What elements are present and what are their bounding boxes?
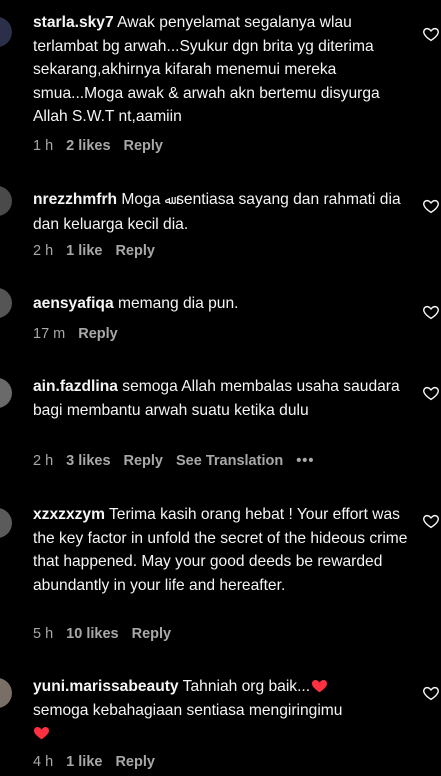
comment-text-block: aensyafiqa memang dia pun. [33, 292, 411, 316]
heart-outline-icon[interactable] [422, 25, 440, 43]
comment-text-block: yuni.marissabeauty Tahniah org baik... s… [33, 675, 411, 746]
username[interactable]: yuni.marissabeauty [33, 678, 179, 695]
reply-button[interactable]: Reply [115, 754, 155, 770]
heart-outline-icon[interactable] [422, 197, 440, 215]
likes-count[interactable]: 1 like [66, 243, 102, 259]
comment-meta: 17 m Reply [33, 326, 131, 342]
avatar[interactable] [0, 508, 12, 538]
reply-button[interactable]: Reply [124, 453, 164, 469]
reply-button[interactable]: Reply [132, 626, 172, 642]
username[interactable]: nrezzhmfrh [33, 191, 117, 208]
avatar[interactable] [0, 288, 12, 318]
likes-count[interactable]: 3 likes [66, 453, 110, 469]
comment-text: semoga kebahagiaan sentiasa mengiringimu [33, 701, 343, 719]
timestamp: 1 h [33, 138, 54, 154]
username[interactable]: ain.fazdlina [33, 378, 118, 395]
comment-text-block: ain.fazdlina semoga Allah membalas usaha… [33, 375, 411, 422]
more-options-icon[interactable]: ••• [296, 453, 314, 469]
username[interactable]: xzxzxzym [33, 506, 105, 523]
reply-button[interactable]: Reply [124, 138, 164, 154]
avatar[interactable] [0, 378, 12, 408]
heart-outline-icon[interactable] [422, 384, 440, 402]
comment-text: Tahniah org baik... [182, 678, 311, 695]
comment-meta: 2 h 1 like Reply [33, 243, 168, 259]
comment-text: memang dia pun. [117, 295, 239, 312]
comment-meta: 4 h 1 like Reply [33, 754, 168, 770]
avatar[interactable] [0, 678, 12, 708]
likes-count[interactable]: 1 like [66, 754, 102, 770]
comment-text-block: starla.sky7 Awak penyelamat segalanya wl… [33, 11, 411, 129]
reply-button[interactable]: Reply [115, 243, 155, 259]
red-heart-emoji [312, 680, 328, 693]
username[interactable]: starla.sky7 [33, 14, 114, 31]
likes-count[interactable]: 10 likes [66, 626, 118, 642]
timestamp: 2 h [33, 243, 54, 259]
comment-meta: 1 h 2 likes Reply [33, 138, 176, 154]
allah-glyph: ﷲ [164, 193, 172, 207]
heart-outline-icon[interactable] [422, 303, 440, 321]
timestamp: 2 h [33, 453, 54, 469]
heart-outline-icon[interactable] [422, 512, 440, 530]
username[interactable]: aensyafiqa [33, 295, 114, 312]
comment-text: Moga [121, 191, 165, 208]
heart-outline-icon[interactable] [422, 684, 440, 702]
avatar[interactable] [0, 17, 12, 47]
avatar[interactable] [0, 186, 12, 216]
red-heart-emoji [33, 727, 50, 740]
reply-button[interactable]: Reply [78, 326, 118, 342]
comment-text-block: nrezzhmfrh Moga ﷲ sentiasa sayang dan ra… [33, 188, 411, 236]
comment-text-block: xzxzxzym Terima kasih orang hebat ! Your… [33, 503, 411, 597]
see-translation-button[interactable]: See Translation [176, 453, 283, 469]
likes-count[interactable]: 2 likes [66, 138, 110, 154]
timestamp: 5 h [33, 626, 54, 642]
timestamp: 4 h [33, 754, 54, 770]
comment-meta: 5 h 10 likes Reply [33, 626, 184, 642]
timestamp: 17 m [33, 326, 66, 342]
comment-meta: 2 h 3 likes Reply See Translation ••• [33, 453, 327, 469]
